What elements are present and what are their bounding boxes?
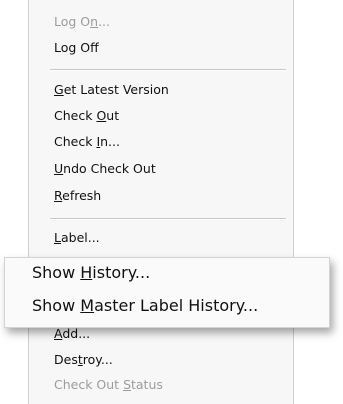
label-text: et Latest Version bbox=[63, 82, 169, 97]
label-text: abel... bbox=[60, 230, 100, 245]
label-text: Check Out bbox=[54, 377, 124, 392]
access-key: H bbox=[80, 263, 93, 282]
label-text: ndo Check Out bbox=[63, 161, 156, 176]
label-text: n... bbox=[100, 134, 120, 149]
menu-item-show-history[interactable]: Show History... bbox=[32, 263, 150, 283]
access-key: G bbox=[54, 82, 64, 97]
label-text: aster Label History... bbox=[94, 296, 259, 315]
context-menu: Log On... Log Off Get Latest Version Che… bbox=[28, 0, 294, 404]
label-text: Log Of bbox=[54, 40, 99, 55]
label-text: istory... bbox=[92, 263, 151, 282]
label-text: Show bbox=[32, 296, 81, 315]
label-text: roy... bbox=[82, 352, 113, 367]
label-text: tatus bbox=[131, 377, 163, 392]
access-key: L bbox=[54, 230, 61, 245]
label-text: ... bbox=[98, 14, 110, 29]
label-text: Check bbox=[54, 134, 97, 149]
menu-item-check-out-status: Check Out Status bbox=[54, 377, 163, 393]
menu-item-refresh[interactable]: Refresh bbox=[54, 188, 101, 204]
access-key: S bbox=[123, 377, 131, 392]
label-text: Log O bbox=[54, 14, 91, 29]
label-text: dd... bbox=[62, 326, 91, 341]
access-key: M bbox=[80, 296, 95, 315]
zoomed-callout: Show History... Show Master Label Histor… bbox=[4, 257, 330, 328]
label-text: Show bbox=[32, 263, 81, 282]
menu-separator bbox=[50, 218, 286, 220]
access-key: O bbox=[96, 108, 107, 123]
menu-item-add[interactable]: Add... bbox=[54, 326, 90, 342]
access-key: R bbox=[54, 188, 63, 203]
label-text: Check bbox=[54, 108, 97, 123]
label-text: efresh bbox=[62, 188, 102, 203]
access-key: n bbox=[90, 14, 99, 29]
menu-item-log-off[interactable]: Log Off bbox=[54, 40, 99, 56]
menu-item-undo-check-out[interactable]: Undo Check Out bbox=[54, 161, 156, 177]
menu-item-check-in[interactable]: Check In... bbox=[54, 134, 120, 150]
menu-item-get-latest-version[interactable]: Get Latest Version bbox=[54, 82, 169, 98]
access-key: U bbox=[54, 161, 64, 176]
menu-item-destroy[interactable]: Destroy... bbox=[54, 352, 113, 368]
label-text: ut bbox=[106, 108, 120, 123]
menu-item-label[interactable]: Label... bbox=[54, 230, 100, 246]
menu-item-show-master-label-history[interactable]: Show Master Label History... bbox=[32, 296, 258, 316]
label-text: Des bbox=[54, 352, 78, 367]
menu-separator bbox=[50, 69, 286, 71]
menu-item-log-on: Log On... bbox=[54, 14, 110, 30]
menu-item-check-out[interactable]: Check Out bbox=[54, 108, 119, 124]
